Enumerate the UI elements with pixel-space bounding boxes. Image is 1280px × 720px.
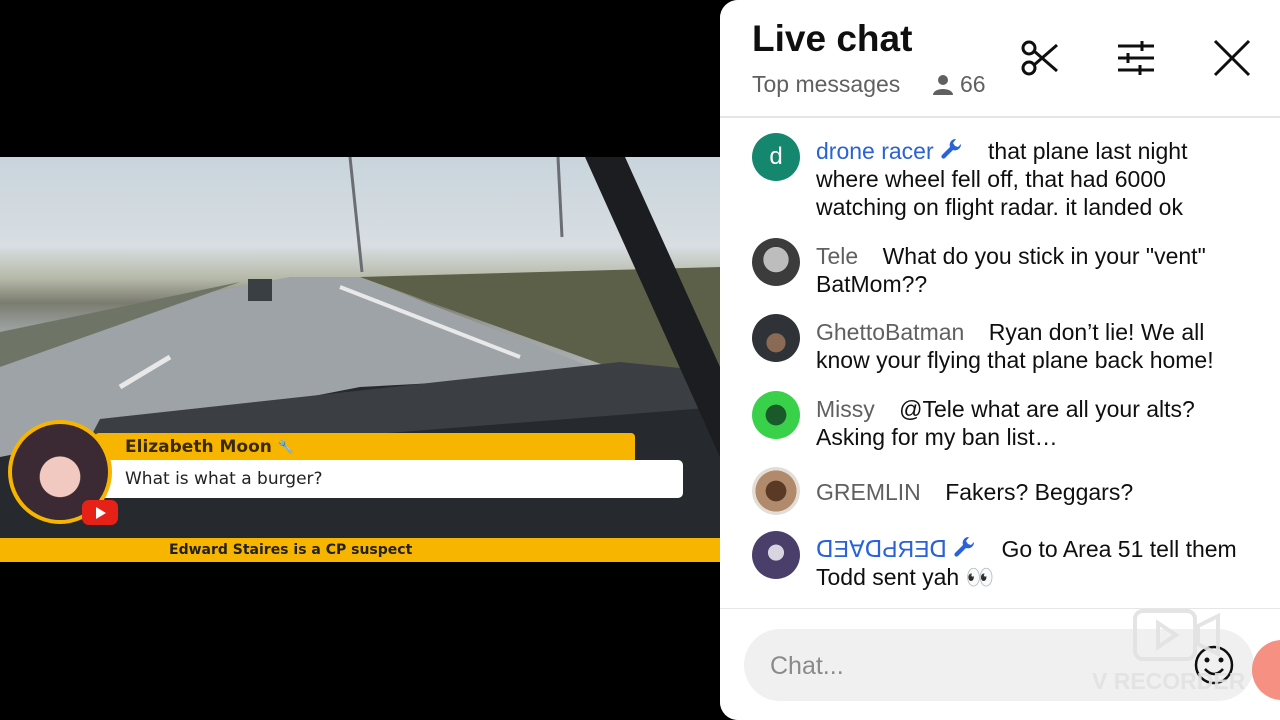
message-body: Tele What do you stick in your "vent" Ba…	[816, 242, 1256, 298]
emoji-icon	[1194, 645, 1234, 685]
chat-input[interactable]	[768, 629, 1172, 703]
avatar[interactable]	[752, 391, 800, 439]
message-author[interactable]: Missy	[816, 396, 875, 422]
lower-third-ticker: Edward Staires is a CP suspect	[0, 538, 720, 562]
scissors-button[interactable]	[1018, 36, 1062, 80]
author-name: ᗡƎⱯᗡԀЯƎᗡ	[816, 536, 948, 562]
live-chat-panel: Live chat Top messages 66 d drone racer …	[720, 0, 1280, 720]
message-author[interactable]: Tele	[816, 243, 858, 269]
screen: Elizabeth Moon 🔧 What is what a burger? …	[0, 0, 1280, 720]
message-author[interactable]: GREMLIN	[816, 479, 921, 505]
chat-message-list[interactable]: d drone racer that plane last night wher…	[720, 118, 1280, 608]
chat-footer	[720, 608, 1280, 720]
message-author[interactable]: ᗡƎⱯᗡԀЯƎᗡ	[816, 536, 977, 562]
scissors-icon	[1021, 40, 1058, 76]
superchat-author: Elizabeth Moon	[125, 437, 272, 457]
message-author[interactable]: drone racer	[816, 138, 964, 164]
chat-input-container	[744, 629, 1254, 703]
settings-button[interactable]	[1114, 36, 1158, 80]
wrench-icon: 🔧	[277, 439, 295, 454]
wrench-icon	[941, 138, 961, 159]
message-body: Missy @Tele what are all your alts? Aski…	[816, 395, 1256, 451]
close-button[interactable]	[1210, 36, 1254, 80]
author-name: drone racer	[816, 138, 934, 164]
avatar[interactable]	[752, 531, 800, 579]
avatar[interactable]: d	[752, 133, 800, 181]
close-icon	[1213, 39, 1251, 77]
viewer-count-value: 66	[960, 71, 986, 97]
message-body: drone racer that plane last night where …	[816, 137, 1256, 221]
person-icon	[933, 74, 953, 95]
message-body: GhettoBatman Ryan don’t lie! We all know…	[816, 318, 1256, 374]
chat-title: Live chat	[752, 18, 913, 59]
message-body: ᗡƎⱯᗡԀЯƎᗡ Go to Area 51 tell them Todd se…	[816, 535, 1256, 591]
message-body: GREMLIN Fakers? Beggars?	[816, 478, 1256, 506]
message-text: What do you stick in your "vent" BatMom?…	[816, 243, 1206, 297]
chat-header: Live chat Top messages 66	[720, 0, 1280, 118]
avatar[interactable]	[752, 467, 800, 515]
message-author[interactable]: GhettoBatman	[816, 319, 964, 345]
youtube-icon	[82, 500, 118, 525]
superchat-message-bar: What is what a burger?	[95, 460, 683, 498]
wrench-icon	[954, 536, 975, 557]
ticker-text: Edward Staires is a CP suspect	[169, 542, 413, 558]
superchat-message: What is what a burger?	[125, 469, 323, 489]
emoji-button[interactable]	[1192, 629, 1236, 706]
message-text: Fakers? Beggars?	[945, 479, 1134, 505]
chat-mode-dropdown[interactable]: Top messages	[752, 71, 900, 98]
superchat-author-bar: Elizabeth Moon 🔧	[95, 433, 635, 461]
avatar[interactable]	[752, 238, 800, 286]
avatar[interactable]	[752, 314, 800, 362]
viewer-count: 66	[932, 71, 986, 98]
sliders-icon	[1118, 41, 1154, 75]
